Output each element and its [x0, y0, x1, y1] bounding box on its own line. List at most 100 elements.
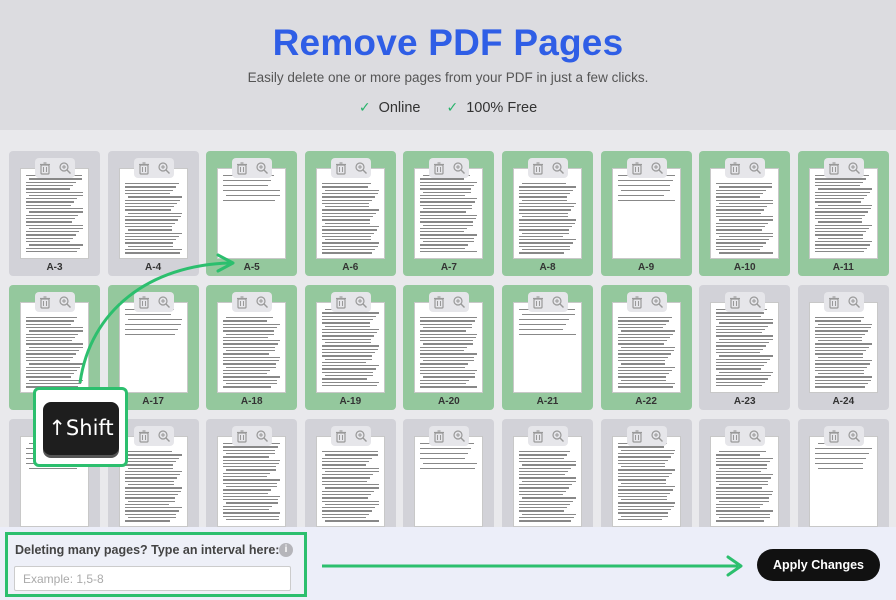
trash-icon[interactable]: [38, 295, 52, 309]
zoom-icon[interactable]: [354, 161, 368, 175]
zoom-icon[interactable]: [58, 295, 72, 309]
zoom-icon[interactable]: [551, 161, 565, 175]
trash-icon[interactable]: [137, 429, 151, 443]
trash-icon[interactable]: [137, 161, 151, 175]
apply-changes-button[interactable]: Apply Changes: [757, 549, 880, 581]
page-thumbnail[interactable]: [513, 168, 582, 259]
trash-icon[interactable]: [432, 429, 446, 443]
page-thumbnail[interactable]: [20, 302, 89, 393]
page-thumbnail[interactable]: [118, 302, 188, 393]
trash-icon[interactable]: [235, 295, 249, 309]
page-card[interactable]: A-21: [502, 285, 593, 410]
page-thumbnail[interactable]: [315, 302, 385, 393]
zoom-icon[interactable]: [551, 429, 565, 443]
page-thumbnail[interactable]: [20, 168, 89, 259]
page-card[interactable]: A-18: [206, 285, 298, 410]
zoom-icon[interactable]: [255, 295, 269, 309]
page-card[interactable]: A-22: [600, 285, 692, 410]
page-card[interactable]: A-11: [797, 151, 889, 276]
page-thumbnail[interactable]: [414, 436, 484, 527]
page-card[interactable]: [600, 419, 692, 530]
trash-icon[interactable]: [827, 161, 841, 175]
trash-icon[interactable]: [235, 161, 249, 175]
zoom-icon[interactable]: [847, 429, 861, 443]
page-card[interactable]: A-8: [502, 151, 593, 276]
page-card[interactable]: [502, 419, 593, 530]
page-thumbnail[interactable]: [710, 302, 780, 393]
zoom-icon[interactable]: [58, 161, 72, 175]
trash-icon[interactable]: [38, 161, 52, 175]
zoom-icon[interactable]: [650, 295, 664, 309]
page-card[interactable]: [699, 419, 791, 530]
trash-icon[interactable]: [728, 429, 742, 443]
info-icon[interactable]: i: [279, 543, 293, 557]
zoom-icon[interactable]: [452, 295, 466, 309]
page-card[interactable]: A-6: [304, 151, 396, 276]
page-thumbnail[interactable]: [611, 436, 681, 527]
page-thumbnail[interactable]: [611, 168, 681, 259]
page-card[interactable]: A-5: [206, 151, 298, 276]
trash-icon[interactable]: [334, 295, 348, 309]
trash-icon[interactable]: [531, 429, 545, 443]
page-thumbnail[interactable]: [808, 168, 878, 259]
trash-icon[interactable]: [728, 295, 742, 309]
trash-icon[interactable]: [334, 429, 348, 443]
page-card[interactable]: A-3: [9, 151, 100, 276]
zoom-icon[interactable]: [847, 161, 861, 175]
interval-input[interactable]: [14, 566, 291, 591]
page-thumbnail[interactable]: [118, 436, 188, 527]
zoom-icon[interactable]: [157, 161, 171, 175]
zoom-icon[interactable]: [452, 429, 466, 443]
page-card[interactable]: [304, 419, 396, 530]
page-card[interactable]: A-9: [600, 151, 692, 276]
trash-icon[interactable]: [432, 161, 446, 175]
trash-icon[interactable]: [827, 429, 841, 443]
trash-icon[interactable]: [630, 429, 644, 443]
page-thumbnail[interactable]: [414, 302, 484, 393]
page-thumbnail[interactable]: [808, 436, 878, 527]
zoom-icon[interactable]: [255, 429, 269, 443]
page-thumbnail[interactable]: [217, 302, 287, 393]
zoom-icon[interactable]: [551, 295, 565, 309]
page-card[interactable]: A-24: [797, 285, 889, 410]
page-thumbnail[interactable]: [808, 302, 878, 393]
zoom-icon[interactable]: [255, 161, 269, 175]
zoom-icon[interactable]: [354, 295, 368, 309]
trash-icon[interactable]: [432, 295, 446, 309]
page-thumbnail[interactable]: [710, 168, 780, 259]
page-thumbnail[interactable]: [315, 168, 385, 259]
page-thumbnail[interactable]: [118, 168, 188, 259]
zoom-icon[interactable]: [748, 161, 762, 175]
trash-icon[interactable]: [531, 295, 545, 309]
zoom-icon[interactable]: [748, 295, 762, 309]
trash-icon[interactable]: [334, 161, 348, 175]
page-card[interactable]: A-19: [304, 285, 396, 410]
trash-icon[interactable]: [630, 295, 644, 309]
trash-icon[interactable]: [235, 429, 249, 443]
zoom-icon[interactable]: [354, 429, 368, 443]
page-card[interactable]: A-10: [699, 151, 791, 276]
zoom-icon[interactable]: [847, 295, 861, 309]
zoom-icon[interactable]: [748, 429, 762, 443]
page-thumbnail[interactable]: [414, 168, 484, 259]
page-card[interactable]: [206, 419, 298, 530]
page-card[interactable]: A-20: [403, 285, 495, 410]
zoom-icon[interactable]: [157, 429, 171, 443]
trash-icon[interactable]: [827, 295, 841, 309]
page-thumbnail[interactable]: [611, 302, 681, 393]
trash-icon[interactable]: [630, 161, 644, 175]
page-thumbnail[interactable]: [217, 168, 287, 259]
zoom-icon[interactable]: [650, 161, 664, 175]
page-thumbnail[interactable]: [315, 436, 385, 527]
page-thumbnail[interactable]: [710, 436, 780, 527]
page-card[interactable]: A-23: [699, 285, 791, 410]
trash-icon[interactable]: [728, 161, 742, 175]
page-card[interactable]: [403, 419, 495, 530]
page-card[interactable]: A-4: [107, 151, 199, 276]
page-card[interactable]: [797, 419, 889, 530]
zoom-icon[interactable]: [157, 295, 171, 309]
page-thumbnail[interactable]: [513, 436, 582, 527]
page-card[interactable]: A-7: [403, 151, 495, 276]
page-thumbnail[interactable]: [513, 302, 582, 393]
zoom-icon[interactable]: [452, 161, 466, 175]
